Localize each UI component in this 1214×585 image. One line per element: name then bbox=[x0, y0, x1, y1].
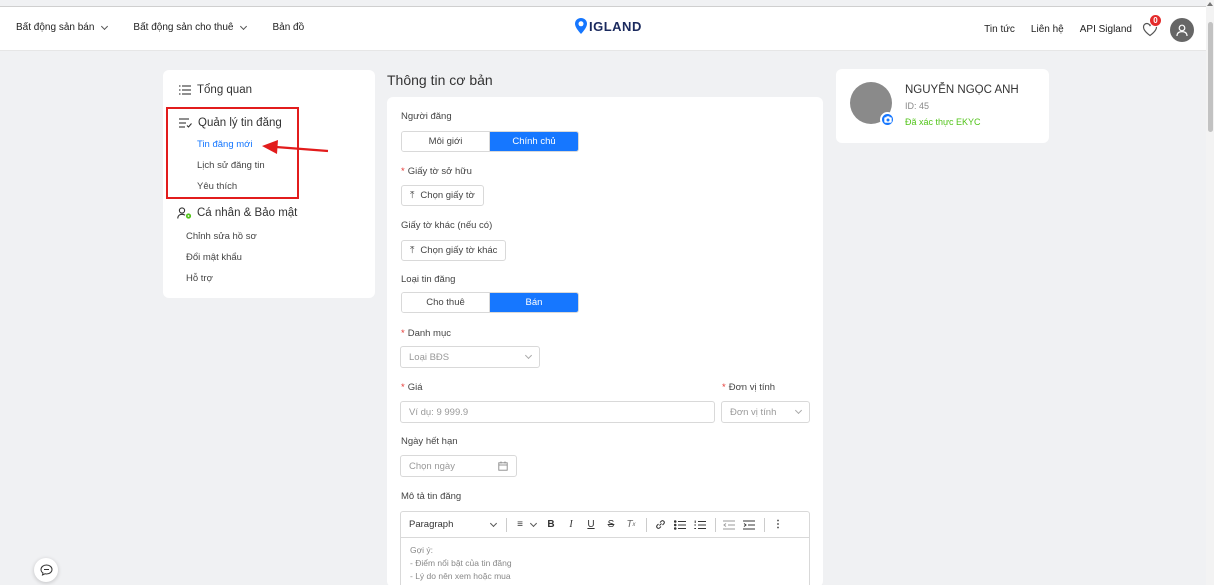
listing-form: Người đăng Môi giới Chính chủ * Giấy tờ s… bbox=[387, 97, 823, 585]
chat-button[interactable] bbox=[34, 558, 58, 582]
paragraph-style-select[interactable]: Paragraph bbox=[409, 519, 487, 530]
profile-id: ID: 45 bbox=[905, 101, 930, 111]
choose-other-document-button[interactable]: ⤒ Chọn giấy tờ khác bbox=[401, 240, 507, 261]
italic-icon[interactable]: I bbox=[562, 516, 580, 534]
user-avatar-button[interactable] bbox=[1170, 17, 1194, 42]
listing-type-label: Loại tin đăng bbox=[401, 274, 456, 285]
expiry-date-picker[interactable]: Chọn ngày bbox=[400, 455, 517, 477]
sidebar-group-label: Tổng quan bbox=[197, 84, 252, 96]
upload-icon: ⤒ bbox=[410, 190, 415, 201]
price-input[interactable]: Ví dụ: 9 999.9 bbox=[400, 401, 715, 423]
unit-select[interactable]: Đơn vị tính bbox=[721, 401, 810, 423]
listing-type-option-ban[interactable]: Bán bbox=[490, 293, 578, 312]
sidebar-item-ho-tro[interactable]: Hỗ trợ bbox=[186, 273, 213, 284]
nav-ban-do-label: Bản đồ bbox=[272, 22, 305, 33]
poster-option-moi-gioi[interactable]: Môi giới bbox=[402, 132, 490, 151]
expiry-placeholder: Chọn ngày bbox=[409, 460, 455, 472]
list-icon bbox=[179, 85, 191, 95]
sidebar-group-ca-nhan-bao-mat[interactable]: Cá nhân & Bảo mật bbox=[177, 207, 297, 219]
chevron-down-icon bbox=[794, 406, 803, 415]
favorites-count-badge: 0 bbox=[1149, 13, 1162, 27]
sidebar-item-chinh-sua-ho-so[interactable]: Chỉnh sửa hồ sơ bbox=[186, 231, 257, 242]
choose-document-button[interactable]: ⤒ Chọn giấy tờ bbox=[401, 185, 484, 206]
sidebar-item-doi-mat-khau[interactable]: Đổi mật khẩu bbox=[186, 252, 242, 263]
description-label: Mô tả tin đăng bbox=[401, 491, 462, 502]
sidebar-item-tong-quan[interactable]: Tổng quan bbox=[179, 84, 252, 96]
align-icon[interactable]: ≡ bbox=[511, 516, 529, 534]
editor-hint-line: - Điểm nổi bật của tin đăng bbox=[410, 558, 512, 568]
nav-tin-tuc[interactable]: Tin tức bbox=[984, 24, 1015, 35]
upload-icon: ⤒ bbox=[410, 245, 415, 256]
rich-text-toolbar: Paragraph ≡ B I U S Tx ⋮ bbox=[400, 511, 810, 538]
underline-icon[interactable]: U bbox=[582, 516, 600, 534]
nav-bds-ban-label: Bất động sản bán bbox=[16, 22, 95, 33]
profile-card: NGUYỄN NGỌC ANH ID: 45 Đã xác thực EKYC bbox=[836, 69, 1049, 143]
scroll-up-arrow-icon[interactable] bbox=[1207, 2, 1213, 6]
logo-text: IGLAND bbox=[589, 18, 642, 34]
chevron-down-icon[interactable] bbox=[529, 519, 538, 527]
bulleted-list-icon[interactable] bbox=[671, 516, 689, 534]
nav-bds-cho-thue-label: Bất động sản cho thuê bbox=[133, 22, 234, 33]
expiry-label: Ngày hết hạn bbox=[401, 436, 458, 447]
nav-api-sigland[interactable]: API Sigland bbox=[1080, 24, 1132, 35]
user-icon bbox=[1176, 24, 1188, 36]
category-label: * Danh mục bbox=[401, 328, 452, 339]
category-select[interactable]: Loại BĐS bbox=[400, 346, 540, 368]
choose-document-label: Chọn giấy tờ bbox=[420, 190, 475, 201]
red-arrow-annotation bbox=[262, 140, 329, 154]
poster-option-chinh-chu[interactable]: Chính chủ bbox=[490, 132, 578, 151]
location-pin-icon bbox=[575, 18, 587, 34]
chevron-down-icon bbox=[524, 351, 533, 360]
scrollbar-thumb[interactable] bbox=[1208, 22, 1213, 132]
editor-hint-line: Gợi ý: bbox=[410, 545, 434, 555]
ekyc-status: Đã xác thực EKYC bbox=[905, 117, 981, 127]
chat-icon bbox=[39, 564, 53, 576]
chevron-down-icon bbox=[101, 22, 109, 30]
section-title: Thông tin cơ bản bbox=[387, 72, 493, 88]
clear-format-icon[interactable]: Tx bbox=[622, 516, 640, 534]
camera-icon[interactable] bbox=[880, 112, 895, 127]
unit-placeholder: Đơn vị tính bbox=[730, 406, 777, 418]
other-doc-label: Giấy tờ khác (nếu có) bbox=[401, 220, 493, 231]
chevron-down-icon bbox=[240, 22, 248, 30]
nav-ban-do[interactable]: Bản đồ bbox=[272, 22, 304, 33]
profile-name: NGUYỄN NGỌC ANH bbox=[905, 84, 1019, 96]
page-scrollbar[interactable] bbox=[1206, 0, 1214, 585]
calendar-icon bbox=[498, 461, 508, 471]
listing-type-option-cho-thue[interactable]: Cho thuê bbox=[402, 293, 490, 312]
bold-icon[interactable]: B bbox=[542, 516, 560, 534]
indent-icon[interactable] bbox=[740, 516, 758, 534]
sigland-logo[interactable]: IGLAND bbox=[574, 17, 642, 35]
nav-bds-cho-thue[interactable]: Bất động sản cho thuê bbox=[133, 22, 248, 33]
category-placeholder: Loại BĐS bbox=[409, 351, 450, 363]
description-editor[interactable]: Gợi ý: - Điểm nổi bật của tin đăng - Lý … bbox=[400, 537, 810, 585]
top-header: Bất động sản bán Bất động sản cho thuê B… bbox=[0, 6, 1206, 51]
chevron-down-icon[interactable] bbox=[489, 519, 498, 527]
numbered-list-icon[interactable] bbox=[691, 516, 709, 534]
choose-other-document-label: Chọn giấy tờ khác bbox=[420, 245, 498, 256]
listing-type-toggle: Cho thuê Bán bbox=[401, 292, 579, 313]
sidebar-group-label: Cá nhân & Bảo mật bbox=[197, 207, 298, 219]
more-options-icon[interactable]: ⋮ bbox=[769, 516, 787, 534]
favorites-button[interactable]: 0 bbox=[1138, 13, 1162, 42]
secondary-nav: Tin tức Liên hệ API Sigland 0 bbox=[984, 7, 1206, 52]
strikethrough-icon[interactable]: S bbox=[602, 516, 620, 534]
price-label: * Giá bbox=[401, 382, 423, 393]
price-placeholder: Ví dụ: 9 999.9 bbox=[409, 406, 469, 418]
outdent-icon[interactable] bbox=[720, 516, 738, 534]
editor-hint-line: - Lý do nên xem hoặc mua bbox=[410, 571, 511, 581]
link-icon[interactable] bbox=[651, 516, 669, 534]
ownership-doc-label: * Giấy tờ sở hữu bbox=[401, 166, 472, 177]
unit-label: * Đơn vị tính bbox=[722, 382, 776, 393]
user-settings-icon bbox=[177, 207, 192, 219]
nav-bds-ban[interactable]: Bất động sản bán bbox=[16, 22, 109, 33]
main-nav: Bất động sản bán Bất động sản cho thuê B… bbox=[16, 22, 330, 33]
poster-label: Người đăng bbox=[401, 111, 452, 122]
poster-toggle: Môi giới Chính chủ bbox=[401, 131, 579, 152]
nav-lien-he[interactable]: Liên hệ bbox=[1031, 24, 1064, 35]
